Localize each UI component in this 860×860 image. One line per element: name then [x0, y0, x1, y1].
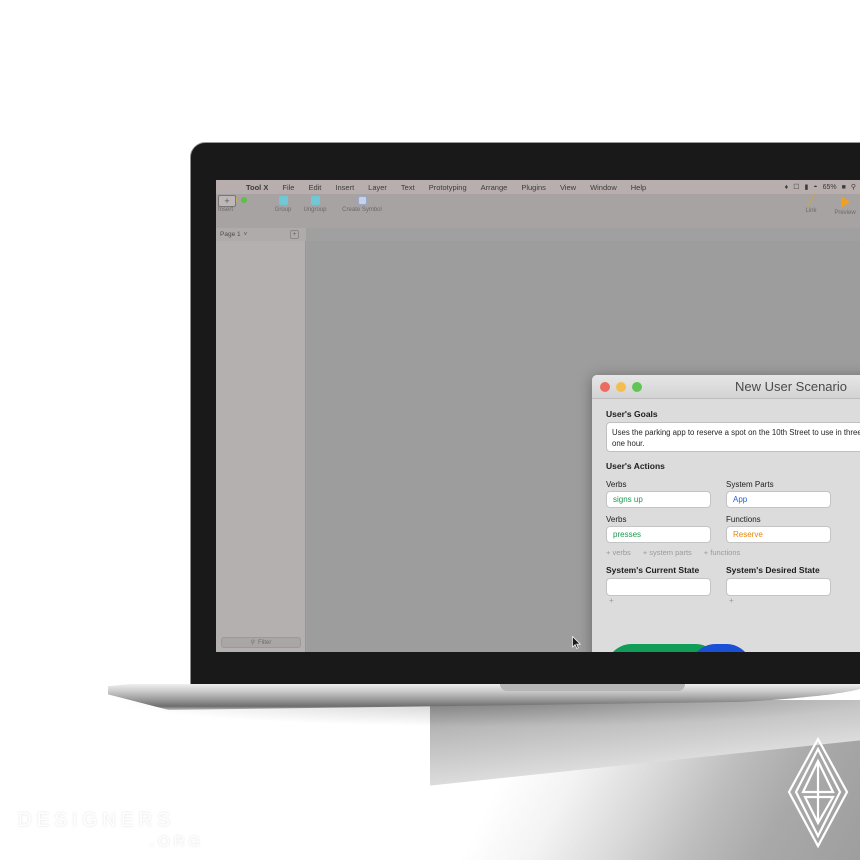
users-actions-label: User's Actions — [606, 461, 665, 471]
laptop-hinge-notch — [500, 684, 685, 691]
add-desired-state-link[interactable]: + — [726, 596, 831, 605]
system-part-input[interactable]: App — [726, 491, 831, 508]
watermark-brand: DESIGNERS — [18, 810, 175, 831]
functions-label: Functions — [726, 515, 761, 524]
filter-input[interactable]: ⚲ Filter — [221, 637, 301, 648]
users-goals-label: User's Goals — [606, 409, 658, 419]
dialog-title: New User Scenario — [735, 379, 847, 394]
desired-state-input[interactable] — [726, 578, 831, 596]
link-tool-button[interactable]: ╱ Link — [790, 195, 832, 214]
scenario-diagram: Signs up App Presses Reserve — [606, 644, 786, 652]
diamond-logo-icon — [787, 736, 849, 849]
menu-item-layer[interactable]: Layer — [368, 183, 387, 192]
actions-grid: Verbs signs up System Parts App Verbs pr… — [606, 480, 860, 543]
wifi-icon[interactable]: ◓ — [813, 184, 817, 191]
new-user-scenario-dialog: New User Scenario User's Goals Uses the … — [592, 375, 860, 652]
link-icon: ╱ — [807, 195, 815, 207]
laptop-screen: Tool X File Edit Insert Layer Text Proto… — [216, 180, 860, 652]
current-state-label: System's Current State — [606, 565, 700, 575]
menu-item-arrange[interactable]: Arrange — [481, 183, 508, 192]
display-icon[interactable]: ☐ — [793, 183, 799, 191]
group-tool-label: Group — [274, 207, 292, 213]
spotlight-icon[interactable]: ⚲ — [851, 183, 856, 191]
function-input[interactable]: Reserve — [726, 526, 831, 543]
add-system-parts-link[interactable]: + system parts — [643, 548, 692, 557]
filter-placeholder-label: Filter — [258, 639, 272, 646]
menu-item-edit[interactable]: Edit — [308, 183, 321, 192]
group-icon — [278, 196, 288, 205]
create-symbol-tool-button[interactable]: Create Symbol — [334, 195, 390, 213]
dialog-titlebar: New User Scenario — [592, 375, 860, 399]
insert-tool-button[interactable]: + Insert — [218, 195, 264, 213]
menu-app-name[interactable]: Tool X — [246, 183, 268, 192]
users-goals-input[interactable]: Uses the parking app to reserve a spot o… — [606, 422, 860, 452]
grid-gap — [711, 565, 726, 605]
menu-item-file[interactable]: File — [282, 183, 294, 192]
plus-icon: + — [218, 195, 236, 207]
current-state-input[interactable] — [606, 578, 711, 596]
add-links-row: + verbs + system parts + functions — [606, 548, 860, 557]
grid-gap — [711, 511, 726, 543]
play-triangle-icon — [840, 196, 850, 208]
add-current-state-link[interactable]: + — [606, 596, 711, 605]
desired-state-label: System's Desired State — [726, 565, 820, 575]
verb-input-1[interactable]: signs up — [606, 491, 711, 508]
add-functions-link[interactable]: + functions — [704, 548, 740, 557]
symbol-icon — [357, 196, 367, 205]
os-menubar: Tool X File Edit Insert Layer Text Proto… — [216, 180, 860, 194]
battery-percent-label: 65% — [822, 183, 837, 191]
dropbox-icon[interactable]: ♦ — [785, 184, 789, 191]
input-flag-icon[interactable]: ▮ — [805, 183, 809, 191]
menu-item-prototyping[interactable]: Prototyping — [429, 183, 467, 192]
layers-panel[interactable] — [216, 241, 306, 652]
menu-item-plugins[interactable]: Plugins — [521, 183, 546, 192]
verbs-label-2: Verbs — [606, 515, 627, 524]
dialog-body: User's Goals Uses the parking app to res… — [592, 399, 860, 652]
menu-item-window[interactable]: Window — [590, 183, 617, 192]
os-menubar-status: ♦ ☐ ▮ ◓ 65% ■ ⚲ — [785, 180, 856, 194]
mouse-cursor — [572, 636, 581, 649]
preview-tool-label: Preview — [834, 210, 856, 216]
menu-item-help[interactable]: Help — [631, 183, 646, 192]
menu-item-view[interactable]: View — [560, 183, 576, 192]
ungroup-tool-button[interactable]: Ungroup — [294, 195, 336, 213]
menu-item-insert[interactable]: Insert — [335, 183, 354, 192]
ungroup-tool-label: Ungroup — [303, 207, 327, 213]
chevron-down-icon: ˅ — [243, 231, 248, 238]
create-symbol-tool-label: Create Symbol — [342, 207, 382, 213]
screenshot-stage: DESIGNERS .ORG Tool X File Edit Insert L… — [0, 0, 860, 860]
search-icon: ⚲ — [250, 640, 256, 646]
watermark-tld: .ORG — [150, 833, 205, 850]
ungroup-icon — [310, 196, 320, 205]
insert-tool-label: Insert — [218, 207, 234, 213]
system-state-grid: System's Current State + System's Desire… — [606, 565, 860, 605]
add-verbs-link[interactable]: + verbs — [606, 548, 631, 557]
verbs-label-1: Verbs — [606, 480, 627, 489]
menu-item-text[interactable]: Text — [401, 183, 415, 192]
current-page-label: Page 1 — [220, 231, 241, 238]
link-tool-label: Link — [805, 208, 817, 214]
grid-gap — [711, 480, 726, 508]
verb-input-2[interactable]: presses — [606, 526, 711, 543]
preview-tool-button[interactable]: Preview — [828, 195, 860, 216]
add-page-button[interactable]: + — [290, 230, 299, 239]
system-parts-label: System Parts — [726, 480, 774, 489]
battery-icon[interactable]: ■ — [842, 184, 846, 191]
